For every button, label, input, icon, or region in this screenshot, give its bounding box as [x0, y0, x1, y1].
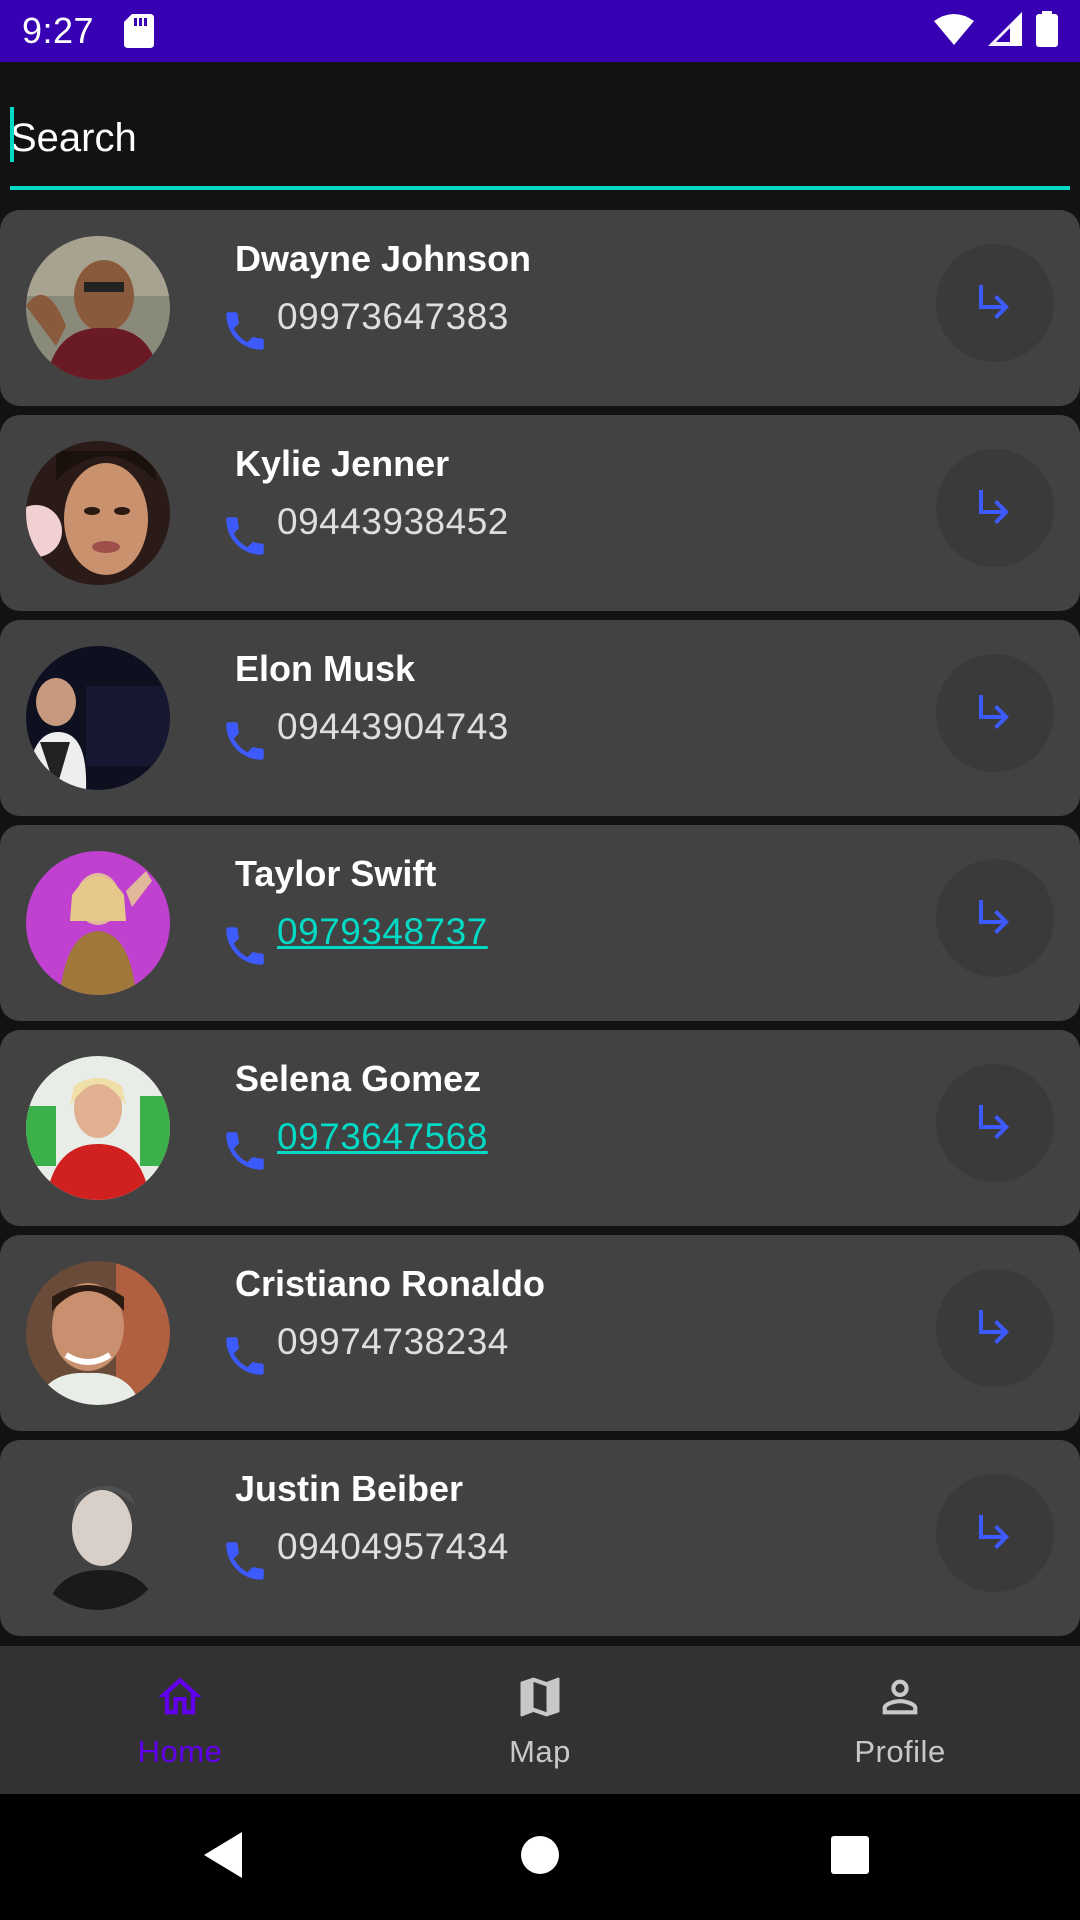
system-navigation-bar: [0, 1794, 1080, 1920]
subdirectory-arrow-right-icon: [971, 687, 1019, 740]
phone-icon: [220, 1536, 270, 1586]
open-contact-button[interactable]: [936, 244, 1054, 362]
home-icon: [154, 1671, 206, 1728]
sd-card-icon: [124, 14, 155, 48]
contact-card[interactable]: Taylor Swift 0979348737: [0, 825, 1080, 1021]
avatar: [26, 851, 170, 995]
status-bar: 9:27: [0, 0, 1080, 62]
contact-name: Cristiano Ronaldo: [235, 1263, 546, 1304]
phone-number[interactable]: 09443938452: [277, 501, 509, 543]
search-bar: [0, 62, 1080, 192]
open-contact-button[interactable]: [936, 449, 1054, 567]
contact-card[interactable]: Justin Beiber 09404957434: [0, 1440, 1080, 1636]
phone-number[interactable]: 09404957434: [277, 1526, 509, 1568]
phone-icon: [220, 1126, 270, 1176]
home-system-button[interactable]: [507, 1824, 573, 1890]
open-contact-button[interactable]: [936, 1474, 1054, 1592]
subdirectory-arrow-right-icon: [971, 482, 1019, 535]
nav-label-map: Map: [509, 1733, 571, 1769]
contact-card[interactable]: Cristiano Ronaldo 09974738234: [0, 1235, 1080, 1431]
wifi-icon: [934, 13, 974, 50]
phone-icon: [220, 306, 270, 356]
open-contact-button[interactable]: [936, 859, 1054, 977]
signal-icon: [988, 11, 1022, 51]
subdirectory-arrow-right-icon: [971, 1302, 1019, 1355]
nav-profile[interactable]: Profile: [720, 1646, 1080, 1794]
text-cursor: [10, 107, 14, 162]
map-icon: [514, 1671, 566, 1728]
nav-label-home: Home: [137, 1733, 223, 1769]
phone-icon: [220, 511, 270, 561]
phone-icon: [220, 921, 270, 971]
contact-name: Taylor Swift: [235, 853, 437, 894]
phone-number-link[interactable]: 0979348737: [277, 911, 488, 953]
nav-label-profile: Profile: [854, 1733, 946, 1769]
open-contact-button[interactable]: [936, 1269, 1054, 1387]
contact-card[interactable]: Kylie Jenner 09443938452: [0, 415, 1080, 611]
search-underline: [10, 186, 1070, 190]
battery-icon: [1036, 10, 1058, 52]
back-icon: [200, 1830, 246, 1885]
contact-card[interactable]: Dwayne Johnson 09973647383: [0, 210, 1080, 406]
avatar: [26, 646, 170, 790]
contact-name: Justin Beiber: [235, 1468, 464, 1509]
avatar: [26, 236, 170, 380]
subdirectory-arrow-right-icon: [971, 1507, 1019, 1560]
subdirectory-arrow-right-icon: [971, 277, 1019, 330]
phone-icon: [220, 716, 270, 766]
open-contact-button[interactable]: [936, 1064, 1054, 1182]
recents-icon: [829, 1834, 871, 1881]
contact-card[interactable]: Selena Gomez 0973647568: [0, 1030, 1080, 1226]
contact-name: Elon Musk: [235, 648, 416, 689]
subdirectory-arrow-right-icon: [971, 892, 1019, 945]
phone-number-link[interactable]: 0973647568: [277, 1116, 488, 1158]
home-circle-icon: [519, 1834, 561, 1881]
contact-list[interactable]: Dwayne Johnson 09973647383 Kylie Jenner …: [0, 210, 1080, 1646]
bottom-navigation: Home Map Profile: [0, 1646, 1080, 1794]
search-input[interactable]: [10, 102, 1070, 174]
status-time: 9:27: [22, 10, 95, 51]
contact-name: Selena Gomez: [235, 1058, 482, 1099]
contact-card[interactable]: Elon Musk 09443904743: [0, 620, 1080, 816]
phone-number[interactable]: 09443904743: [277, 706, 509, 748]
back-button[interactable]: [190, 1824, 256, 1890]
phone-number[interactable]: 09973647383: [277, 296, 509, 338]
person-icon: [874, 1671, 926, 1728]
nav-map[interactable]: Map: [360, 1646, 720, 1794]
phone-icon: [220, 1331, 270, 1381]
contact-name: Dwayne Johnson: [235, 238, 532, 279]
avatar: [26, 1056, 170, 1200]
nav-home[interactable]: Home: [0, 1646, 360, 1794]
avatar: [26, 1261, 170, 1405]
recents-button[interactable]: [817, 1824, 883, 1890]
avatar: [26, 441, 170, 585]
subdirectory-arrow-right-icon: [971, 1097, 1019, 1150]
avatar: [26, 1466, 170, 1610]
open-contact-button[interactable]: [936, 654, 1054, 772]
phone-number[interactable]: 09974738234: [277, 1321, 509, 1363]
contact-name: Kylie Jenner: [235, 443, 450, 484]
